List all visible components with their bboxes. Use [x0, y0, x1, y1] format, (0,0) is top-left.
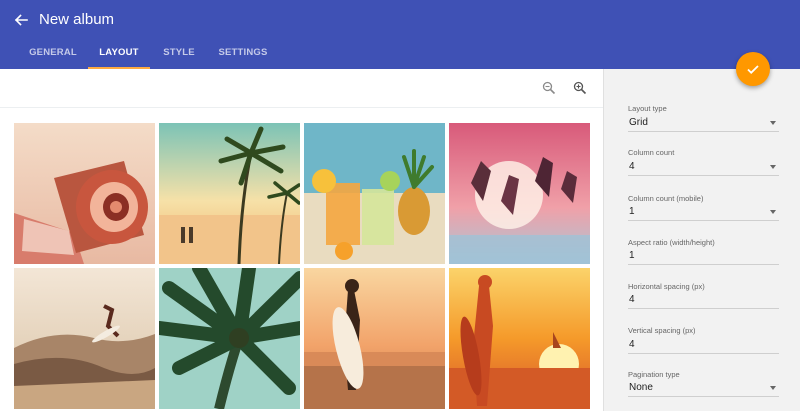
gallery-preview — [0, 69, 603, 411]
dropdown-caret-icon — [770, 386, 776, 390]
horizontal-spacing-label: Horizontal spacing (px) — [628, 282, 705, 291]
vertical-spacing-label: Vertical spacing (px) — [628, 326, 696, 335]
photo-jumping-friends[interactable] — [449, 123, 590, 264]
column-count-select[interactable]: 4 — [628, 158, 779, 176]
save-button[interactable] — [736, 52, 770, 86]
preview-toolbar — [0, 69, 603, 108]
layout-type-value: Grid — [629, 117, 648, 128]
photo-camera[interactable] — [14, 123, 155, 264]
aspect-ratio-value: 1 — [629, 250, 635, 261]
photo-grid — [14, 123, 590, 411]
dropdown-caret-icon — [770, 210, 776, 214]
dropdown-caret-icon — [770, 121, 776, 125]
check-icon — [747, 65, 759, 74]
tab-layout[interactable]: LAYOUT — [88, 47, 150, 69]
tab-style[interactable]: STYLE — [158, 47, 200, 69]
zoom-in-icon[interactable] — [573, 81, 587, 95]
photo-palm-tree[interactable] — [159, 268, 300, 409]
dropdown-caret-icon — [770, 165, 776, 169]
vertical-spacing-input[interactable]: 4 — [628, 336, 779, 354]
photo-sunset-surfer[interactable] — [449, 268, 590, 409]
tab-general[interactable]: GENERAL — [26, 47, 80, 69]
column-count-mobile-value: 1 — [629, 206, 635, 217]
column-count-mobile-label: Column count (mobile) — [628, 194, 704, 203]
pagination-type-label: Pagination type — [628, 370, 680, 379]
tab-settings[interactable]: SETTINGS — [214, 47, 272, 69]
back-arrow-icon[interactable] — [12, 11, 30, 29]
zoom-out-icon[interactable] — [542, 81, 556, 95]
photo-surfboard-woman[interactable] — [304, 268, 445, 409]
horizontal-spacing-input[interactable]: 4 — [628, 291, 779, 309]
column-count-label: Column count — [628, 148, 675, 157]
column-count-mobile-select[interactable]: 1 — [628, 203, 779, 221]
aspect-ratio-input[interactable]: 1 — [628, 247, 779, 265]
layout-settings-panel: Layout type Grid Column count 4 Column c… — [603, 69, 800, 411]
photo-palm-beach[interactable] — [159, 123, 300, 264]
album-title: New album — [39, 11, 115, 28]
pagination-type-value: None — [629, 382, 653, 393]
vertical-spacing-value: 4 — [629, 339, 635, 350]
layout-type-label: Layout type — [628, 104, 667, 113]
photo-surfer-wave[interactable] — [14, 268, 155, 409]
aspect-ratio-label: Aspect ratio (width/height) — [628, 238, 715, 247]
app-bar: New album GENERAL LAYOUT STYLE SETTINGS — [0, 0, 800, 69]
pagination-type-select[interactable]: None — [628, 379, 779, 397]
horizontal-spacing-value: 4 — [629, 294, 635, 305]
photo-cocktails[interactable] — [304, 123, 445, 264]
column-count-value: 4 — [629, 161, 635, 172]
layout-type-select[interactable]: Grid — [628, 114, 779, 132]
